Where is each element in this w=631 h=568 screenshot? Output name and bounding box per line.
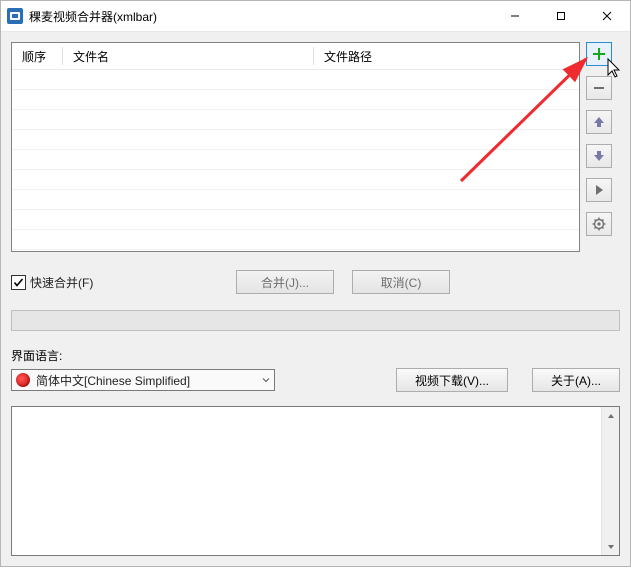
close-button[interactable]	[584, 1, 630, 31]
maximize-button[interactable]	[538, 1, 584, 31]
merge-button[interactable]: 合并(J)...	[236, 270, 334, 294]
app-window: 稞麦视频合并器(xmlbar) 顺序 文件名 文件路径	[0, 0, 631, 567]
progress-bar	[11, 310, 620, 331]
check-icon	[13, 277, 24, 288]
app-icon	[7, 8, 23, 24]
scroll-down-button[interactable]	[602, 538, 619, 555]
move-down-button[interactable]	[586, 144, 612, 168]
vertical-scrollbar[interactable]	[601, 407, 619, 555]
column-header-name[interactable]: 文件名	[63, 43, 313, 69]
side-toolbar	[586, 42, 620, 236]
fast-merge-checkbox[interactable]: 快速合并(F)	[11, 274, 93, 291]
cancel-button[interactable]: 取消(C)	[352, 270, 450, 294]
play-icon	[593, 184, 605, 196]
language-row: 简体中文[Chinese Simplified] 视频下载(V)... 关于(A…	[11, 368, 620, 392]
file-list[interactable]: 顺序 文件名 文件路径	[11, 42, 580, 252]
arrow-down-icon	[592, 149, 606, 163]
minimize-button[interactable]	[492, 1, 538, 31]
about-button[interactable]: 关于(A)...	[532, 368, 620, 392]
file-list-header: 顺序 文件名 文件路径	[12, 43, 579, 70]
plus-icon	[592, 47, 606, 61]
video-download-button[interactable]: 视频下载(V)...	[396, 368, 508, 392]
column-header-path[interactable]: 文件路径	[314, 43, 579, 69]
column-header-order[interactable]: 顺序	[12, 43, 62, 69]
gear-icon	[592, 217, 606, 231]
client-area: 顺序 文件名 文件路径	[1, 32, 630, 566]
window-title: 稞麦视频合并器(xmlbar)	[29, 8, 492, 25]
remove-file-button[interactable]	[586, 76, 612, 100]
arrow-up-icon	[592, 115, 606, 129]
log-textarea[interactable]	[11, 406, 620, 556]
chevron-down-icon	[262, 373, 270, 387]
language-selected: 简体中文[Chinese Simplified]	[36, 372, 190, 389]
flag-icon	[16, 373, 30, 387]
file-list-body[interactable]	[12, 70, 579, 252]
play-preview-button[interactable]	[586, 178, 612, 202]
move-up-button[interactable]	[586, 110, 612, 134]
fast-merge-label: 快速合并(F)	[30, 274, 93, 291]
action-row: 快速合并(F) 合并(J)... 取消(C)	[11, 270, 620, 294]
minus-icon	[592, 81, 606, 95]
language-combo[interactable]: 简体中文[Chinese Simplified]	[11, 369, 275, 391]
language-label: 界面语言:	[11, 347, 620, 364]
settings-button[interactable]	[586, 212, 612, 236]
add-file-button[interactable]	[586, 42, 612, 66]
checkbox-box	[11, 275, 26, 290]
scroll-up-button[interactable]	[602, 407, 619, 424]
titlebar: 稞麦视频合并器(xmlbar)	[1, 1, 630, 32]
